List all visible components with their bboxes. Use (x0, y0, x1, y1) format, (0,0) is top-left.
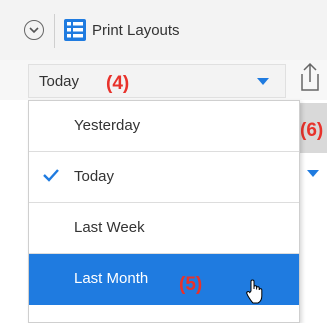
date-range-value: Today (39, 73, 80, 90)
option-today[interactable]: Today (29, 152, 299, 203)
header-bar: Print Layouts (0, 0, 327, 61)
page-title: Print Layouts (92, 22, 180, 39)
annotation-6: (6) (300, 120, 324, 141)
date-range-select[interactable]: Today (28, 64, 286, 98)
layouts-grid-icon (64, 19, 86, 41)
date-range-dropdown: Yesterday Today Last Week Last Month (5) (28, 100, 300, 323)
option-last-month[interactable]: Last Month (5) (29, 254, 299, 305)
share-icon[interactable] (298, 62, 320, 92)
caret-down-icon[interactable] (307, 170, 319, 177)
collapse-button[interactable] (24, 20, 44, 40)
option-last-week[interactable]: Last Week (29, 203, 299, 254)
option-label: Last Week (74, 219, 145, 236)
option-label: Today (74, 168, 115, 185)
checkmark-icon (43, 169, 59, 182)
hand-cursor-icon (246, 279, 263, 304)
annotation-4: (4) (106, 73, 130, 94)
chevron-down-circle-icon (29, 27, 39, 34)
option-yesterday[interactable]: Yesterday (29, 101, 299, 152)
option-label: Last Month (74, 270, 149, 287)
caret-down-icon (257, 78, 269, 85)
option-label: Yesterday (74, 117, 141, 134)
annotation-5: (5) (179, 274, 203, 295)
divider (54, 14, 55, 48)
